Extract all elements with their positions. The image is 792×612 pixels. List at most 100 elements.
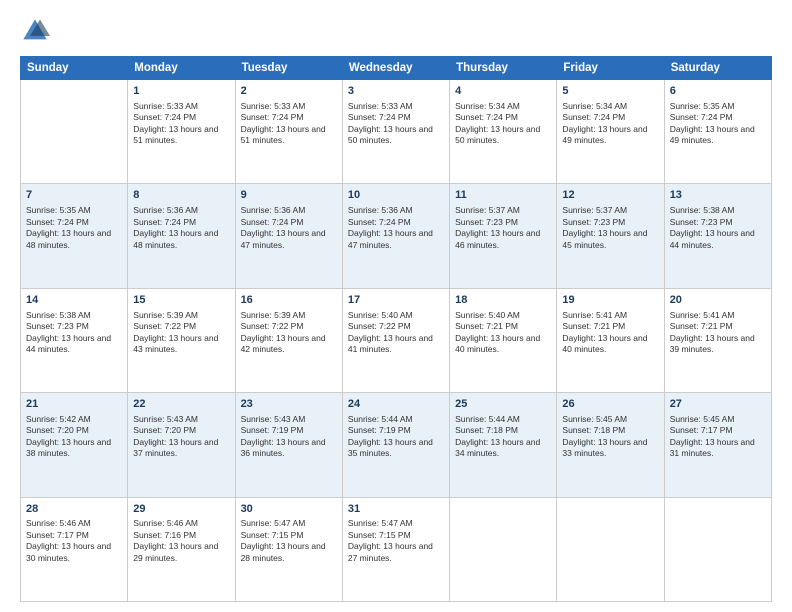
- header-cell-tuesday: Tuesday: [235, 57, 342, 80]
- calendar-cell: [21, 80, 128, 184]
- page: SundayMondayTuesdayWednesdayThursdayFrid…: [0, 0, 792, 612]
- day-number: 3: [348, 84, 444, 99]
- day-number: 22: [133, 397, 229, 412]
- day-info: Sunrise: 5:43 AMSunset: 7:19 PMDaylight:…: [241, 414, 337, 460]
- header-cell-thursday: Thursday: [450, 57, 557, 80]
- calendar-cell: 18 Sunrise: 5:40 AMSunset: 7:21 PMDayligh…: [450, 288, 557, 392]
- day-number: 5: [562, 84, 658, 99]
- day-info: Sunrise: 5:42 AMSunset: 7:20 PMDaylight:…: [26, 414, 122, 460]
- day-info: Sunrise: 5:33 AMSunset: 7:24 PMDaylight:…: [348, 101, 444, 147]
- week-row-3: 14 Sunrise: 5:38 AMSunset: 7:23 PMDayligh…: [21, 288, 772, 392]
- day-number: 13: [670, 188, 766, 203]
- day-info: Sunrise: 5:33 AMSunset: 7:24 PMDaylight:…: [133, 101, 229, 147]
- day-info: Sunrise: 5:38 AMSunset: 7:23 PMDaylight:…: [26, 310, 122, 356]
- day-info: Sunrise: 5:35 AMSunset: 7:24 PMDaylight:…: [26, 205, 122, 251]
- day-number: 12: [562, 188, 658, 203]
- calendar-cell: 9Sunrise: 5:36 AMSunset: 7:24 PMDaylight…: [235, 184, 342, 288]
- header-row: SundayMondayTuesdayWednesdayThursdayFrid…: [21, 57, 772, 80]
- calendar-cell: 25 Sunrise: 5:44 AMSunset: 7:18 PMDayligh…: [450, 393, 557, 497]
- day-number: 21: [26, 397, 122, 412]
- calendar-cell: 11 Sunrise: 5:37 AMSunset: 7:23 PMDayligh…: [450, 184, 557, 288]
- calendar-cell: 20 Sunrise: 5:41 AMSunset: 7:21 PMDayligh…: [664, 288, 771, 392]
- day-number: 7: [26, 188, 122, 203]
- day-info: Sunrise: 5:43 AMSunset: 7:20 PMDaylight:…: [133, 414, 229, 460]
- calendar-cell: 13 Sunrise: 5:38 AMSunset: 7:23 PMDayligh…: [664, 184, 771, 288]
- header-cell-wednesday: Wednesday: [342, 57, 449, 80]
- calendar-cell: 28Sunrise: 5:46 AMSunset: 7:17 PMDayligh…: [21, 497, 128, 601]
- day-number: 27: [670, 397, 766, 412]
- calendar-cell: 14 Sunrise: 5:38 AMSunset: 7:23 PMDayligh…: [21, 288, 128, 392]
- calendar-cell: 16 Sunrise: 5:39 AMSunset: 7:22 PMDayligh…: [235, 288, 342, 392]
- day-number: 16: [241, 293, 337, 308]
- day-info: Sunrise: 5:38 AMSunset: 7:23 PMDaylight:…: [670, 205, 766, 251]
- day-number: 10: [348, 188, 444, 203]
- day-info: Sunrise: 5:46 AMSunset: 7:17 PMDaylight:…: [26, 518, 122, 564]
- week-row-4: 21 Sunrise: 5:42 AMSunset: 7:20 PMDayligh…: [21, 393, 772, 497]
- day-number: 11: [455, 188, 551, 203]
- day-info: Sunrise: 5:41 AMSunset: 7:21 PMDaylight:…: [670, 310, 766, 356]
- day-number: 8: [133, 188, 229, 203]
- day-info: Sunrise: 5:47 AMSunset: 7:15 PMDaylight:…: [241, 518, 337, 564]
- day-number: 14: [26, 293, 122, 308]
- day-info: Sunrise: 5:34 AMSunset: 7:24 PMDaylight:…: [455, 101, 551, 147]
- calendar-cell: 30Sunrise: 5:47 AMSunset: 7:15 PMDayligh…: [235, 497, 342, 601]
- day-number: 15: [133, 293, 229, 308]
- day-number: 23: [241, 397, 337, 412]
- day-info: Sunrise: 5:36 AMSunset: 7:24 PMDaylight:…: [133, 205, 229, 251]
- calendar-cell: [450, 497, 557, 601]
- week-row-2: 7 Sunrise: 5:35 AMSunset: 7:24 PMDaylight…: [21, 184, 772, 288]
- day-info: Sunrise: 5:36 AMSunset: 7:24 PMDaylight:…: [348, 205, 444, 251]
- day-number: 30: [241, 502, 337, 517]
- calendar-cell: 10 Sunrise: 5:36 AMSunset: 7:24 PMDayligh…: [342, 184, 449, 288]
- day-info: Sunrise: 5:39 AMSunset: 7:22 PMDaylight:…: [133, 310, 229, 356]
- header: [20, 16, 772, 46]
- day-info: Sunrise: 5:44 AMSunset: 7:18 PMDaylight:…: [455, 414, 551, 460]
- day-number: 2: [241, 84, 337, 99]
- calendar-body: 1 Sunrise: 5:33 AMSunset: 7:24 PMDaylight…: [21, 80, 772, 602]
- calendar-header: SundayMondayTuesdayWednesdayThursdayFrid…: [21, 57, 772, 80]
- day-number: 20: [670, 293, 766, 308]
- calendar-cell: [557, 497, 664, 601]
- day-info: Sunrise: 5:37 AMSunset: 7:23 PMDaylight:…: [455, 205, 551, 251]
- day-number: 18: [455, 293, 551, 308]
- calendar-cell: 27 Sunrise: 5:45 AMSunset: 7:17 PMDayligh…: [664, 393, 771, 497]
- calendar-cell: 29Sunrise: 5:46 AMSunset: 7:16 PMDayligh…: [128, 497, 235, 601]
- day-info: Sunrise: 5:37 AMSunset: 7:23 PMDaylight:…: [562, 205, 658, 251]
- calendar-cell: 24 Sunrise: 5:44 AMSunset: 7:19 PMDayligh…: [342, 393, 449, 497]
- header-cell-saturday: Saturday: [664, 57, 771, 80]
- logo-icon: [20, 16, 50, 46]
- day-number: 24: [348, 397, 444, 412]
- day-number: 17: [348, 293, 444, 308]
- day-info: Sunrise: 5:40 AMSunset: 7:22 PMDaylight:…: [348, 310, 444, 356]
- calendar-cell: [664, 497, 771, 601]
- day-info: Sunrise: 5:39 AMSunset: 7:22 PMDaylight:…: [241, 310, 337, 356]
- logo: [20, 16, 54, 46]
- calendar-cell: 26Sunrise: 5:45 AMSunset: 7:18 PMDayligh…: [557, 393, 664, 497]
- calendar-cell: 7 Sunrise: 5:35 AMSunset: 7:24 PMDaylight…: [21, 184, 128, 288]
- calendar-cell: 21 Sunrise: 5:42 AMSunset: 7:20 PMDayligh…: [21, 393, 128, 497]
- day-number: 25: [455, 397, 551, 412]
- calendar-cell: 31Sunrise: 5:47 AMSunset: 7:15 PMDayligh…: [342, 497, 449, 601]
- week-row-5: 28Sunrise: 5:46 AMSunset: 7:17 PMDayligh…: [21, 497, 772, 601]
- header-cell-sunday: Sunday: [21, 57, 128, 80]
- day-number: 19: [562, 293, 658, 308]
- day-number: 28: [26, 502, 122, 517]
- day-info: Sunrise: 5:45 AMSunset: 7:17 PMDaylight:…: [670, 414, 766, 460]
- day-info: Sunrise: 5:35 AMSunset: 7:24 PMDaylight:…: [670, 101, 766, 147]
- calendar-cell: 3 Sunrise: 5:33 AMSunset: 7:24 PMDaylight…: [342, 80, 449, 184]
- day-info: Sunrise: 5:40 AMSunset: 7:21 PMDaylight:…: [455, 310, 551, 356]
- day-info: Sunrise: 5:46 AMSunset: 7:16 PMDaylight:…: [133, 518, 229, 564]
- day-info: Sunrise: 5:47 AMSunset: 7:15 PMDaylight:…: [348, 518, 444, 564]
- day-number: 4: [455, 84, 551, 99]
- day-number: 1: [133, 84, 229, 99]
- header-cell-friday: Friday: [557, 57, 664, 80]
- day-info: Sunrise: 5:44 AMSunset: 7:19 PMDaylight:…: [348, 414, 444, 460]
- day-info: Sunrise: 5:34 AMSunset: 7:24 PMDaylight:…: [562, 101, 658, 147]
- day-info: Sunrise: 5:33 AMSunset: 7:24 PMDaylight:…: [241, 101, 337, 147]
- calendar-cell: 19 Sunrise: 5:41 AMSunset: 7:21 PMDayligh…: [557, 288, 664, 392]
- calendar-cell: 6Sunrise: 5:35 AMSunset: 7:24 PMDaylight…: [664, 80, 771, 184]
- day-info: Sunrise: 5:36 AMSunset: 7:24 PMDaylight:…: [241, 205, 337, 251]
- calendar-cell: 1 Sunrise: 5:33 AMSunset: 7:24 PMDaylight…: [128, 80, 235, 184]
- day-info: Sunrise: 5:41 AMSunset: 7:21 PMDaylight:…: [562, 310, 658, 356]
- day-info: Sunrise: 5:45 AMSunset: 7:18 PMDaylight:…: [562, 414, 658, 460]
